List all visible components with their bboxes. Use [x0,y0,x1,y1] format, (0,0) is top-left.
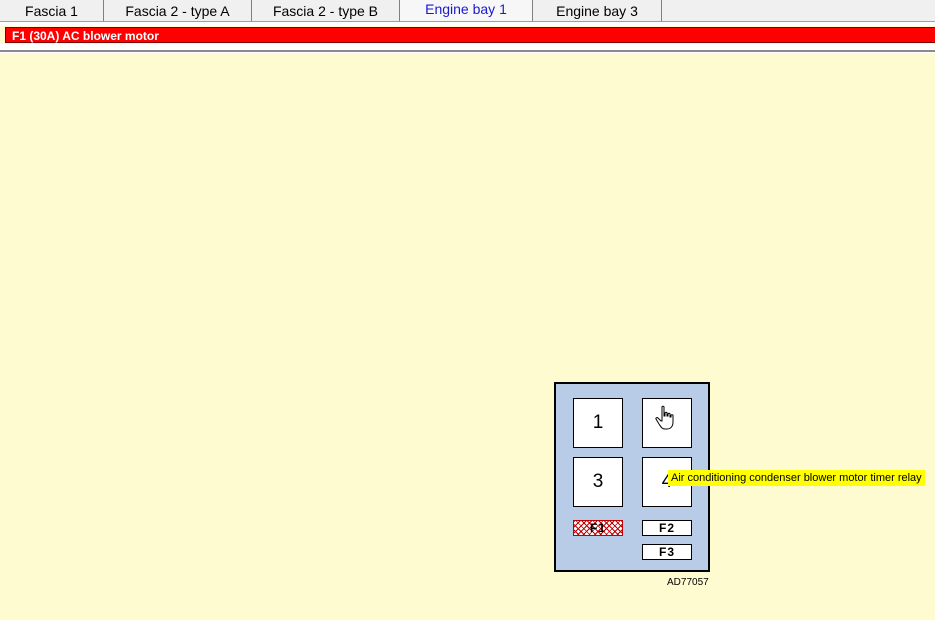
relay-3[interactable]: 3 [573,457,623,507]
tab-fascia-2-type-a[interactable]: Fascia 2 - type A [104,0,252,21]
selected-fuse-header: F1 (30A) AC blower motor [5,27,935,43]
relay-tooltip: Air conditioning condenser blower motor … [668,470,925,486]
fuse-f1[interactable]: F1 [573,520,623,536]
relay-1[interactable]: 1 [573,398,623,448]
tab-bar: Fascia 1 Fascia 2 - type A Fascia 2 - ty… [0,0,935,22]
hand-pointer-icon [655,405,674,430]
fuse-f3[interactable]: F3 [642,544,692,560]
tab-engine-bay-1[interactable]: Engine bay 1 [400,0,533,21]
tab-fascia-1[interactable]: Fascia 1 [0,0,104,21]
tab-fascia-2-type-b[interactable]: Fascia 2 - type B [252,0,400,21]
tab-engine-bay-3[interactable]: Engine bay 3 [533,0,662,21]
fuse-f2[interactable]: F2 [642,520,692,536]
header-divider [0,50,935,53]
tab-separator [0,22,935,26]
diagram-reference-code: AD77057 [667,577,709,588]
